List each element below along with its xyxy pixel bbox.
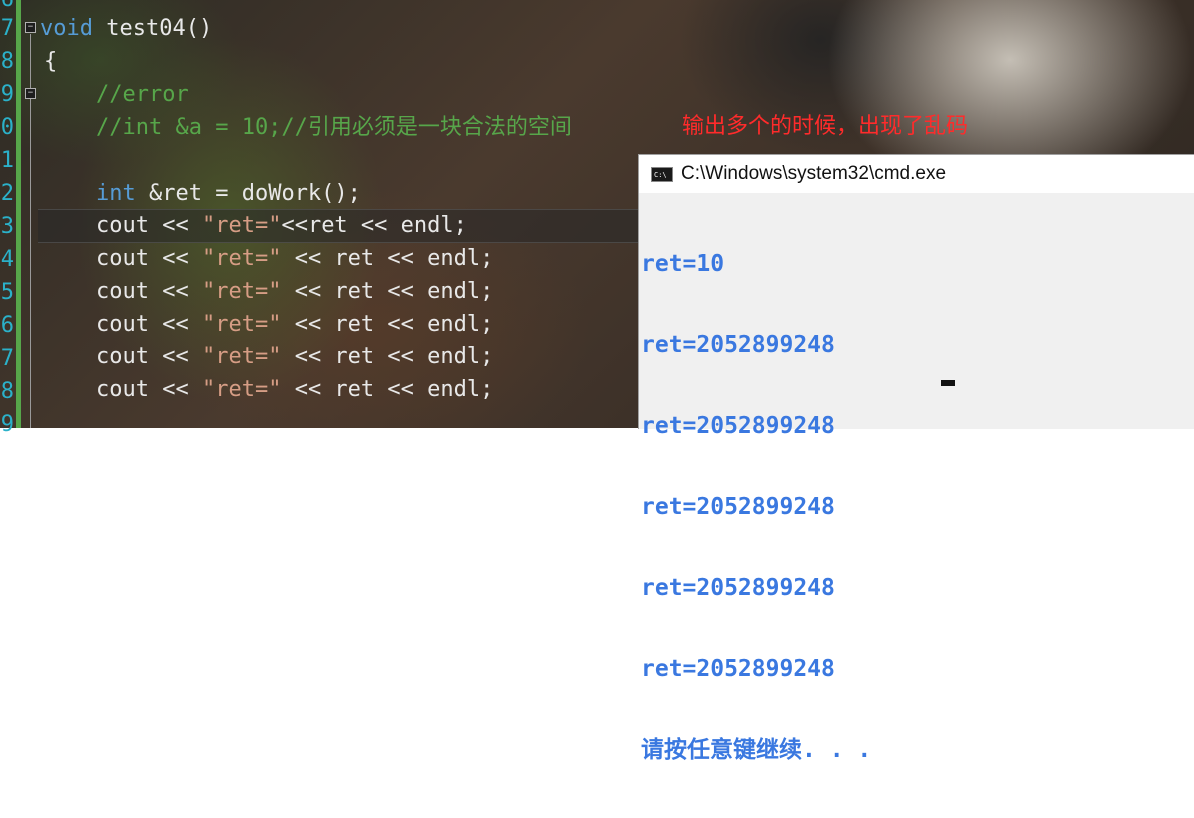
code-comment[interactable]: //int &a = 10;//引用必须是一块合法的空间 (96, 111, 572, 144)
keyword: int (96, 181, 136, 206)
line-number: 5 (0, 280, 14, 305)
string-literal: "ret=" (201, 344, 282, 369)
cout-expr: << ret << endl; (281, 246, 494, 271)
cmd-icon: C:\ (651, 167, 673, 182)
cout-expr: << ret << endl; (281, 344, 494, 369)
line-number: 9 (0, 82, 14, 107)
console-window[interactable]: C:\ C:\Windows\system32\cmd.exe ret=10 r… (638, 154, 1194, 763)
string-literal: "ret=" (201, 312, 282, 337)
line-number: 4 (0, 247, 14, 272)
line-number: 7 (0, 16, 14, 41)
change-marker-bar (16, 0, 21, 428)
cout-expr: << ret << endl; (281, 312, 494, 337)
string-literal: "ret=" (201, 279, 282, 304)
console-line: ret=2052899248 (641, 332, 835, 358)
cout-expr: cout << (96, 279, 202, 304)
cout-expr: cout << (96, 213, 202, 238)
line-number: 6 (0, 313, 14, 338)
code-line[interactable]: cout << "ret=" << ret << endl; (96, 308, 493, 341)
line-number: 2 (0, 181, 14, 206)
console-cursor (941, 380, 955, 386)
cout-expr: << ret << endl; (281, 377, 494, 402)
fold-collapse-icon[interactable]: − (25, 22, 36, 33)
declaration: &ret = doWork(); (135, 181, 361, 206)
annotation-text: 输出多个的时候，出现了乱码 (682, 114, 969, 139)
string-literal: "ret=" (201, 377, 282, 402)
open-brace: { (44, 49, 58, 74)
code-line[interactable]: cout << "ret="<<ret << endl; (96, 209, 467, 242)
code-line[interactable]: int &ret = doWork(); (96, 177, 361, 210)
cout-expr: cout << (96, 246, 202, 271)
line-number: 8 (0, 379, 14, 404)
console-line: ret=10 (641, 251, 725, 277)
console-line: ret=2052899248 (641, 413, 835, 439)
line-number: 3 (0, 214, 14, 239)
console-title: C:\Windows\system32\cmd.exe (681, 163, 947, 184)
console-titlebar[interactable]: C:\ C:\Windows\system32\cmd.exe (639, 155, 1194, 193)
line-number: 1 (0, 148, 14, 173)
fold-guide-line (30, 144, 31, 428)
cout-expr: cout << (96, 344, 202, 369)
console-line: ret=2052899248 (641, 494, 835, 520)
console-line: ret=2052899248 (641, 656, 835, 682)
string-literal: "ret=" (201, 246, 282, 271)
keyword: void (40, 16, 93, 41)
code-line[interactable]: { (44, 45, 57, 78)
console-line: 请按任意键继续. . . (641, 737, 872, 763)
line-number: 9 (0, 412, 14, 437)
code-line[interactable]: void test04() (40, 12, 212, 45)
line-number: 0 (0, 115, 14, 140)
line-number: 7 (0, 346, 14, 371)
cout-expr: <<ret << endl; (281, 213, 467, 238)
line-number-gutter: 6 7 8 9 0 1 2 3 4 5 6 7 8 9 − − (0, 0, 36, 437)
function-signature: test04() (92, 16, 213, 41)
line-number: 8 (0, 49, 14, 74)
code-line[interactable]: cout << "ret=" << ret << endl; (96, 373, 493, 406)
cout-expr: cout << (96, 312, 202, 337)
code-line[interactable]: cout << "ret=" << ret << endl; (96, 242, 493, 275)
code-line[interactable]: cout << "ret=" << ret << endl; (96, 275, 493, 308)
console-output[interactable]: ret=10 ret=2052899248 ret=2052899248 ret… (641, 197, 871, 818)
fold-collapse-icon[interactable]: − (25, 88, 36, 99)
cout-expr: << ret << endl; (281, 279, 494, 304)
string-literal: "ret=" (201, 213, 282, 238)
code-line[interactable]: cout << "ret=" << ret << endl; (96, 340, 493, 373)
console-line: ret=2052899248 (641, 575, 835, 601)
cout-expr: cout << (96, 377, 202, 402)
code-comment[interactable]: //error (96, 78, 189, 111)
